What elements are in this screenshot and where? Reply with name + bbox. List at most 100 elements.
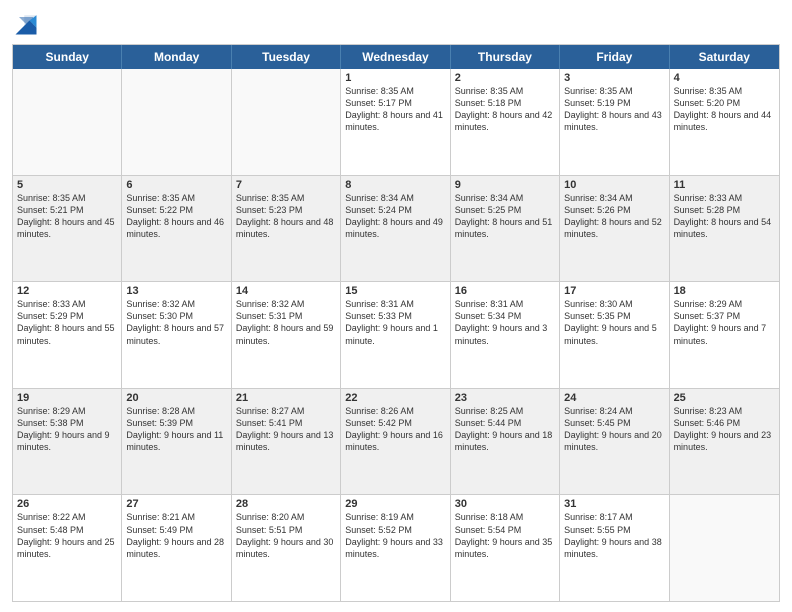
day-info: Sunrise: 8:34 AM Sunset: 5:24 PM Dayligh… — [345, 192, 445, 241]
day-cell: 17Sunrise: 8:30 AM Sunset: 5:35 PM Dayli… — [560, 282, 669, 388]
day-info: Sunrise: 8:17 AM Sunset: 5:55 PM Dayligh… — [564, 511, 664, 560]
week-row: 26Sunrise: 8:22 AM Sunset: 5:48 PM Dayli… — [13, 494, 779, 601]
day-number: 19 — [17, 392, 117, 404]
day-info: Sunrise: 8:19 AM Sunset: 5:52 PM Dayligh… — [345, 511, 445, 560]
logo — [12, 10, 44, 38]
day-info: Sunrise: 8:23 AM Sunset: 5:46 PM Dayligh… — [674, 405, 775, 454]
calendar: SundayMondayTuesdayWednesdayThursdayFrid… — [12, 44, 780, 602]
day-number: 20 — [126, 392, 226, 404]
week-row: 5Sunrise: 8:35 AM Sunset: 5:21 PM Daylig… — [13, 175, 779, 282]
day-cell: 1Sunrise: 8:35 AM Sunset: 5:17 PM Daylig… — [341, 69, 450, 175]
day-info: Sunrise: 8:27 AM Sunset: 5:41 PM Dayligh… — [236, 405, 336, 454]
day-cell: 16Sunrise: 8:31 AM Sunset: 5:34 PM Dayli… — [451, 282, 560, 388]
day-cell: 19Sunrise: 8:29 AM Sunset: 5:38 PM Dayli… — [13, 389, 122, 495]
weeks: 1Sunrise: 8:35 AM Sunset: 5:17 PM Daylig… — [13, 69, 779, 601]
day-cell: 15Sunrise: 8:31 AM Sunset: 5:33 PM Dayli… — [341, 282, 450, 388]
day-number: 8 — [345, 179, 445, 191]
day-number: 1 — [345, 72, 445, 84]
day-cell: 21Sunrise: 8:27 AM Sunset: 5:41 PM Dayli… — [232, 389, 341, 495]
day-cell — [13, 69, 122, 175]
day-number: 16 — [455, 285, 555, 297]
day-number: 13 — [126, 285, 226, 297]
day-number: 3 — [564, 72, 664, 84]
week-row: 12Sunrise: 8:33 AM Sunset: 5:29 PM Dayli… — [13, 281, 779, 388]
day-info: Sunrise: 8:34 AM Sunset: 5:26 PM Dayligh… — [564, 192, 664, 241]
day-cell: 5Sunrise: 8:35 AM Sunset: 5:21 PM Daylig… — [13, 176, 122, 282]
day-cell — [232, 69, 341, 175]
day-number: 5 — [17, 179, 117, 191]
day-cell: 14Sunrise: 8:32 AM Sunset: 5:31 PM Dayli… — [232, 282, 341, 388]
day-info: Sunrise: 8:35 AM Sunset: 5:20 PM Dayligh… — [674, 85, 775, 134]
day-number: 11 — [674, 179, 775, 191]
day-number: 26 — [17, 498, 117, 510]
day-cell: 24Sunrise: 8:24 AM Sunset: 5:45 PM Dayli… — [560, 389, 669, 495]
day-info: Sunrise: 8:25 AM Sunset: 5:44 PM Dayligh… — [455, 405, 555, 454]
day-cell: 2Sunrise: 8:35 AM Sunset: 5:18 PM Daylig… — [451, 69, 560, 175]
day-cell: 4Sunrise: 8:35 AM Sunset: 5:20 PM Daylig… — [670, 69, 779, 175]
week-row: 19Sunrise: 8:29 AM Sunset: 5:38 PM Dayli… — [13, 388, 779, 495]
day-number: 10 — [564, 179, 664, 191]
day-info: Sunrise: 8:35 AM Sunset: 5:18 PM Dayligh… — [455, 85, 555, 134]
day-number: 18 — [674, 285, 775, 297]
day-number: 24 — [564, 392, 664, 404]
page-container: SundayMondayTuesdayWednesdayThursdayFrid… — [0, 0, 792, 612]
day-info: Sunrise: 8:18 AM Sunset: 5:54 PM Dayligh… — [455, 511, 555, 560]
day-cell: 28Sunrise: 8:20 AM Sunset: 5:51 PM Dayli… — [232, 495, 341, 601]
day-info: Sunrise: 8:30 AM Sunset: 5:35 PM Dayligh… — [564, 298, 664, 347]
day-info: Sunrise: 8:32 AM Sunset: 5:30 PM Dayligh… — [126, 298, 226, 347]
day-cell: 31Sunrise: 8:17 AM Sunset: 5:55 PM Dayli… — [560, 495, 669, 601]
day-cell: 10Sunrise: 8:34 AM Sunset: 5:26 PM Dayli… — [560, 176, 669, 282]
day-number: 12 — [17, 285, 117, 297]
day-info: Sunrise: 8:20 AM Sunset: 5:51 PM Dayligh… — [236, 511, 336, 560]
day-cell: 29Sunrise: 8:19 AM Sunset: 5:52 PM Dayli… — [341, 495, 450, 601]
day-cell: 20Sunrise: 8:28 AM Sunset: 5:39 PM Dayli… — [122, 389, 231, 495]
day-cell: 13Sunrise: 8:32 AM Sunset: 5:30 PM Dayli… — [122, 282, 231, 388]
day-cell: 26Sunrise: 8:22 AM Sunset: 5:48 PM Dayli… — [13, 495, 122, 601]
day-header: Friday — [560, 45, 669, 69]
day-info: Sunrise: 8:24 AM Sunset: 5:45 PM Dayligh… — [564, 405, 664, 454]
day-info: Sunrise: 8:33 AM Sunset: 5:29 PM Dayligh… — [17, 298, 117, 347]
day-cell: 12Sunrise: 8:33 AM Sunset: 5:29 PM Dayli… — [13, 282, 122, 388]
day-info: Sunrise: 8:35 AM Sunset: 5:22 PM Dayligh… — [126, 192, 226, 241]
day-header: Thursday — [451, 45, 560, 69]
day-info: Sunrise: 8:31 AM Sunset: 5:33 PM Dayligh… — [345, 298, 445, 347]
day-info: Sunrise: 8:35 AM Sunset: 5:23 PM Dayligh… — [236, 192, 336, 241]
day-number: 25 — [674, 392, 775, 404]
day-cell: 23Sunrise: 8:25 AM Sunset: 5:44 PM Dayli… — [451, 389, 560, 495]
day-header: Saturday — [670, 45, 779, 69]
day-header: Monday — [122, 45, 231, 69]
day-cell: 22Sunrise: 8:26 AM Sunset: 5:42 PM Dayli… — [341, 389, 450, 495]
day-info: Sunrise: 8:33 AM Sunset: 5:28 PM Dayligh… — [674, 192, 775, 241]
day-number: 6 — [126, 179, 226, 191]
day-number: 21 — [236, 392, 336, 404]
week-row: 1Sunrise: 8:35 AM Sunset: 5:17 PM Daylig… — [13, 69, 779, 175]
day-number: 22 — [345, 392, 445, 404]
day-number: 30 — [455, 498, 555, 510]
day-info: Sunrise: 8:29 AM Sunset: 5:38 PM Dayligh… — [17, 405, 117, 454]
day-info: Sunrise: 8:31 AM Sunset: 5:34 PM Dayligh… — [455, 298, 555, 347]
page-header — [12, 10, 780, 38]
day-number: 23 — [455, 392, 555, 404]
day-info: Sunrise: 8:35 AM Sunset: 5:19 PM Dayligh… — [564, 85, 664, 134]
day-number: 4 — [674, 72, 775, 84]
day-cell: 18Sunrise: 8:29 AM Sunset: 5:37 PM Dayli… — [670, 282, 779, 388]
day-cell: 3Sunrise: 8:35 AM Sunset: 5:19 PM Daylig… — [560, 69, 669, 175]
day-info: Sunrise: 8:28 AM Sunset: 5:39 PM Dayligh… — [126, 405, 226, 454]
day-cell: 11Sunrise: 8:33 AM Sunset: 5:28 PM Dayli… — [670, 176, 779, 282]
day-cell: 9Sunrise: 8:34 AM Sunset: 5:25 PM Daylig… — [451, 176, 560, 282]
day-info: Sunrise: 8:35 AM Sunset: 5:17 PM Dayligh… — [345, 85, 445, 134]
day-info: Sunrise: 8:21 AM Sunset: 5:49 PM Dayligh… — [126, 511, 226, 560]
day-header: Wednesday — [341, 45, 450, 69]
day-info: Sunrise: 8:22 AM Sunset: 5:48 PM Dayligh… — [17, 511, 117, 560]
day-info: Sunrise: 8:29 AM Sunset: 5:37 PM Dayligh… — [674, 298, 775, 347]
day-info: Sunrise: 8:34 AM Sunset: 5:25 PM Dayligh… — [455, 192, 555, 241]
day-cell: 27Sunrise: 8:21 AM Sunset: 5:49 PM Dayli… — [122, 495, 231, 601]
day-number: 7 — [236, 179, 336, 191]
day-number: 15 — [345, 285, 445, 297]
day-cell: 25Sunrise: 8:23 AM Sunset: 5:46 PM Dayli… — [670, 389, 779, 495]
day-number: 2 — [455, 72, 555, 84]
day-number: 28 — [236, 498, 336, 510]
day-header: Tuesday — [232, 45, 341, 69]
day-cell: 30Sunrise: 8:18 AM Sunset: 5:54 PM Dayli… — [451, 495, 560, 601]
day-cell: 6Sunrise: 8:35 AM Sunset: 5:22 PM Daylig… — [122, 176, 231, 282]
